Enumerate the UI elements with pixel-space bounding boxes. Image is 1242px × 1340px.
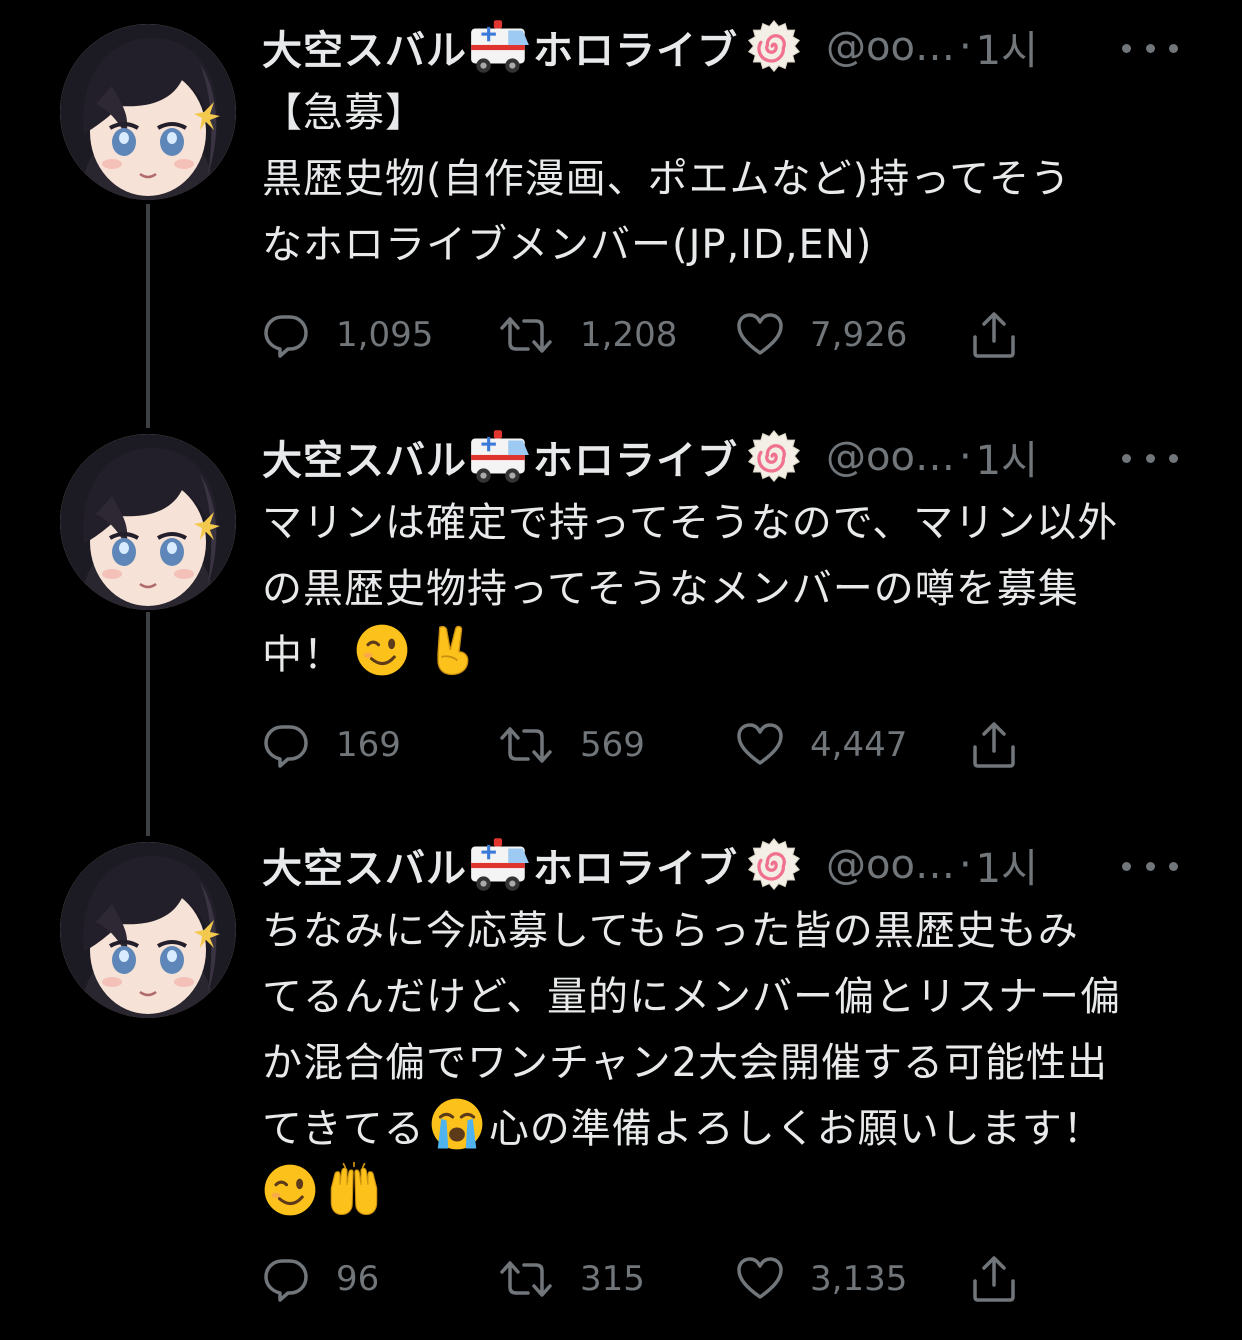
like-count: 4,447 bbox=[810, 725, 908, 765]
tweet-text-line: なホロライブメンバー(JP,ID,EN) bbox=[262, 222, 873, 268]
more-icon[interactable] bbox=[1122, 450, 1178, 466]
tweet[interactable]: 大空スバル ホロライブ @oo… · 1시 【急募】黒歴史物(自作漫画、ポエムな… bbox=[0, 0, 1242, 410]
tweet-text-emoji-line bbox=[262, 1162, 1192, 1228]
reply-icon bbox=[262, 1255, 310, 1303]
separator-dot: · bbox=[958, 434, 972, 480]
like-button[interactable]: 3,135 bbox=[736, 1255, 970, 1303]
retweet-icon bbox=[498, 721, 554, 769]
retweet-count: 569 bbox=[580, 725, 645, 765]
fish-cake-emoji bbox=[744, 17, 804, 77]
tweet-text-line-with-emoji: てきてる 心の準備よろしくお願いします！ bbox=[262, 1096, 1192, 1162]
reply-count: 169 bbox=[336, 725, 401, 765]
raising-hands-emoji bbox=[326, 1162, 382, 1218]
tweet-text-line: 心の準備よろしくお願いします！ bbox=[488, 1106, 1104, 1152]
tweet-text: マリンは確定で持ってそうなので、マリン以外 の黒歴史物持ってそうなメンバーの噂を募… bbox=[262, 490, 1192, 688]
avatar[interactable] bbox=[60, 842, 236, 1018]
tweet-text-line: マリンは確定で持ってそうなので、マリン以外 bbox=[262, 500, 1119, 546]
retweet-icon bbox=[498, 1255, 554, 1303]
retweet-button[interactable]: 1,208 bbox=[498, 311, 736, 359]
tweet-actions: 169 569 4,447 bbox=[262, 710, 1192, 780]
like-count: 7,926 bbox=[810, 315, 908, 355]
heart-icon bbox=[736, 1255, 784, 1303]
like-button[interactable]: 7,926 bbox=[736, 311, 970, 359]
separator-dot: · bbox=[958, 24, 972, 70]
like-count: 3,135 bbox=[810, 1259, 908, 1299]
winking-face-emoji bbox=[354, 622, 410, 678]
reply-icon bbox=[262, 311, 310, 359]
avatar[interactable] bbox=[60, 434, 236, 610]
share-icon bbox=[970, 311, 1018, 359]
tweet-header: 大空スバル ホロライブ @oo… · 1시 bbox=[262, 14, 1192, 80]
display-name-part1[interactable]: 大空スバル bbox=[262, 836, 467, 894]
timestamp[interactable]: 1시 bbox=[976, 428, 1038, 486]
loudly-crying-face-emoji bbox=[429, 1096, 485, 1152]
timestamp[interactable]: 1시 bbox=[976, 18, 1038, 76]
display-name-part1[interactable]: 大空スバル bbox=[262, 428, 467, 486]
share-icon bbox=[970, 1255, 1018, 1303]
winking-face-emoji bbox=[262, 1162, 318, 1218]
tweet-content: 大空スバル ホロライブ @oo… · 1시 マリンは確定で持ってそうなので、マリ… bbox=[262, 424, 1192, 780]
tweet-text-line-with-emoji: 中！ bbox=[262, 622, 1192, 688]
tweet-text-line: てるんだけど、量的にメンバー偏とリスナー偏 bbox=[262, 974, 1121, 1020]
like-button[interactable]: 4,447 bbox=[736, 721, 970, 769]
fish-cake-emoji bbox=[744, 427, 804, 487]
timestamp[interactable]: 1시 bbox=[976, 836, 1038, 894]
more-icon[interactable] bbox=[1122, 858, 1178, 874]
reply-icon bbox=[262, 721, 310, 769]
user-handle[interactable]: @oo… bbox=[826, 842, 955, 888]
tweet-text-line: 中！ bbox=[262, 632, 344, 678]
ambulance-emoji bbox=[467, 424, 533, 490]
tweet-header: 大空スバル ホロライブ @oo… · 1시 bbox=[262, 424, 1192, 490]
share-button[interactable] bbox=[970, 721, 1018, 769]
reply-button[interactable]: 1,095 bbox=[262, 311, 498, 359]
retweet-count: 315 bbox=[580, 1259, 645, 1299]
tweet-content: 大空スバル ホロライブ @oo… · 1시 【急募】黒歴史物(自作漫画、ポエムな… bbox=[262, 14, 1192, 370]
tweet-text-line: か混合偏でワンチャン2大会開催する可能性出 bbox=[262, 1040, 1109, 1086]
fish-cake-emoji bbox=[744, 835, 804, 895]
retweet-button[interactable]: 569 bbox=[498, 721, 736, 769]
share-button[interactable] bbox=[970, 311, 1018, 359]
tweet[interactable]: 大空スバル ホロライブ @oo… · 1시 マリンは確定で持ってそうなので、マリ… bbox=[0, 410, 1242, 820]
reply-count: 96 bbox=[336, 1259, 380, 1299]
tweet-text-line: 【急募】 bbox=[262, 90, 426, 136]
tweet-header: 大空スバル ホロライブ @oo… · 1시 bbox=[262, 832, 1192, 898]
user-handle[interactable]: @oo… bbox=[826, 434, 955, 480]
retweet-button[interactable]: 315 bbox=[498, 1255, 736, 1303]
heart-icon bbox=[736, 721, 784, 769]
avatar-column bbox=[60, 24, 236, 200]
tweet-thread: 大空スバル ホロライブ @oo… · 1시 【急募】黒歴史物(自作漫画、ポエムな… bbox=[0, 0, 1242, 1340]
tweet-text: ちなみに今応募してもらった皆の黒歴史もみ てるんだけど、量的にメンバー偏とリスナー… bbox=[262, 898, 1192, 1228]
avatar[interactable] bbox=[60, 24, 236, 200]
share-icon bbox=[970, 721, 1018, 769]
reply-button[interactable]: 169 bbox=[262, 721, 498, 769]
user-handle[interactable]: @oo… bbox=[826, 24, 955, 70]
tweet-content: 大空スバル ホロライブ @oo… · 1시 ちなみに今応募してもらった皆の黒歴史… bbox=[262, 832, 1192, 1314]
retweet-count: 1,208 bbox=[580, 315, 678, 355]
separator-dot: · bbox=[958, 842, 972, 888]
tweet-text-line: てきてる bbox=[262, 1106, 425, 1152]
heart-icon bbox=[736, 311, 784, 359]
tweet-actions: 1,095 1,208 7,926 bbox=[262, 300, 1192, 370]
reply-count: 1,095 bbox=[336, 315, 434, 355]
ambulance-emoji bbox=[467, 14, 533, 80]
reply-button[interactable]: 96 bbox=[262, 1255, 498, 1303]
victory-hand-emoji bbox=[424, 622, 480, 678]
display-name-part2[interactable]: ホロライブ bbox=[533, 18, 738, 76]
tweet-text: 【急募】黒歴史物(自作漫画、ポエムなど)持ってそう なホロライブメンバー(JP,I… bbox=[262, 80, 1192, 278]
avatar-column bbox=[60, 842, 236, 1018]
display-name-part1[interactable]: 大空スバル bbox=[262, 18, 467, 76]
more-icon[interactable] bbox=[1122, 40, 1178, 56]
display-name-part2[interactable]: ホロライブ bbox=[533, 428, 738, 486]
tweet-text-line: ちなみに今応募してもらった皆の黒歴史もみ bbox=[262, 908, 1079, 954]
tweet[interactable]: 大空スバル ホロライブ @oo… · 1시 ちなみに今応募してもらった皆の黒歴史… bbox=[0, 818, 1242, 1340]
display-name-part2[interactable]: ホロライブ bbox=[533, 836, 738, 894]
tweet-text-line: の黒歴史物持ってそうなメンバーの噂を募集 bbox=[262, 566, 1079, 612]
share-button[interactable] bbox=[970, 1255, 1018, 1303]
tweet-actions: 96 315 3,135 bbox=[262, 1244, 1192, 1314]
avatar-column bbox=[60, 434, 236, 610]
ambulance-emoji bbox=[467, 832, 533, 898]
retweet-icon bbox=[498, 311, 554, 359]
tweet-text-line: 黒歴史物(自作漫画、ポエムなど)持ってそう bbox=[262, 156, 1072, 202]
